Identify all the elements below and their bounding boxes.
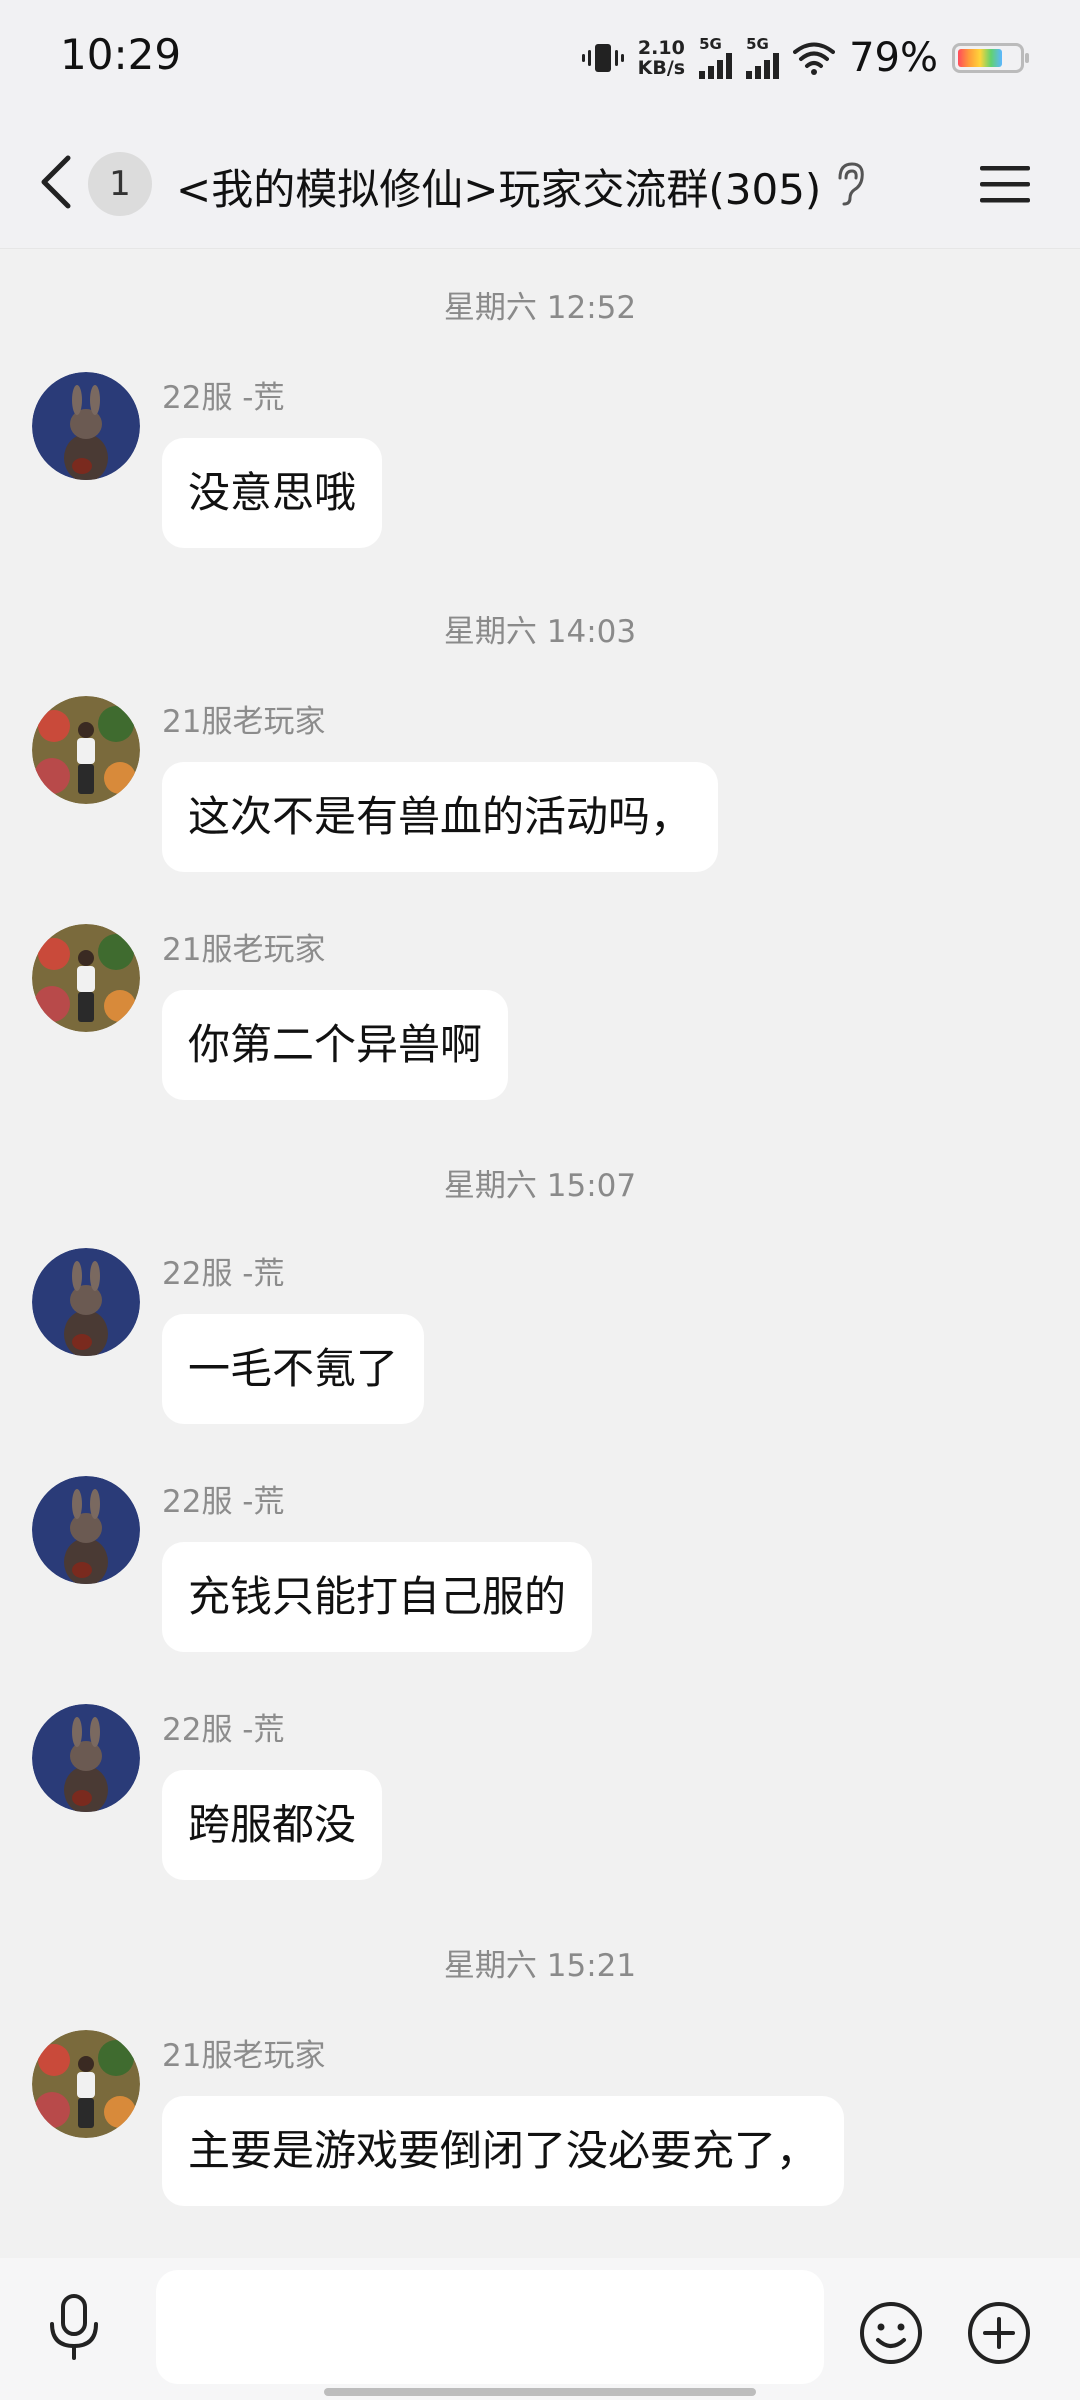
status-icons: 2.10 KB/s 5G 5G 79% [581, 30, 1029, 86]
rabbit-avatar[interactable] [32, 372, 140, 480]
rabbit-avatar[interactable] [32, 1248, 140, 1356]
emoji-icon[interactable] [858, 2300, 924, 2366]
signal-icon-2: 5G [746, 37, 780, 79]
message-bubble[interactable]: 跨服都没 [162, 1770, 383, 1880]
message-bubble[interactable]: 你第二个异兽啊 [162, 990, 509, 1100]
message-bubble[interactable]: 主要是游戏要倒闭了没必要充了， [162, 2096, 845, 2206]
battery-percent: 79% [849, 35, 938, 81]
sender-name: 22服 -荒 [162, 1712, 285, 1748]
page-title: <我的模拟修仙>玩家交流群(305) [176, 165, 822, 214]
ear-icon[interactable] [830, 160, 870, 208]
wifi-icon [793, 42, 836, 75]
status-bar: 10:29 2.10 KB/s 5G 5G 79% [0, 0, 1080, 116]
message-bubble[interactable]: 充钱只能打自己服的 [162, 1542, 593, 1652]
plus-icon[interactable] [966, 2300, 1032, 2366]
net-speed: 2.10 KB/s [637, 37, 686, 79]
person-avatar[interactable] [32, 924, 140, 1032]
unread-badge[interactable]: 1 [88, 152, 152, 216]
microphone-icon[interactable] [44, 2292, 104, 2362]
person-avatar[interactable] [32, 2030, 140, 2138]
rabbit-avatar[interactable] [32, 1704, 140, 1812]
person-avatar[interactable] [32, 696, 140, 804]
timestamp: 星期六 12:52 [443, 290, 637, 326]
sender-name: 21服老玩家 [162, 932, 326, 968]
menu-icon[interactable] [978, 160, 1032, 208]
rabbit-avatar[interactable] [32, 1476, 140, 1584]
sender-name: 22服 -荒 [162, 1256, 285, 1292]
message-bubble[interactable]: 一毛不氪了 [162, 1314, 425, 1424]
sender-name: 22服 -荒 [162, 1484, 285, 1520]
signal-icon: 5G [699, 37, 733, 79]
message-input[interactable] [156, 2270, 824, 2384]
status-time: 10:29 [60, 30, 182, 79]
timestamp: 星期六 15:21 [443, 1948, 637, 1984]
back-icon[interactable] [32, 152, 82, 212]
message-bubble[interactable]: 这次不是有兽血的活动吗， [162, 762, 719, 872]
message-bubble[interactable]: 没意思哦 [162, 438, 383, 548]
timestamp: 星期六 14:03 [443, 614, 637, 650]
timestamp: 星期六 15:07 [443, 1168, 637, 1204]
sender-name: 21服老玩家 [162, 704, 326, 740]
sender-name: 22服 -荒 [162, 380, 285, 416]
battery-icon [952, 43, 1029, 73]
home-indicator[interactable] [324, 2388, 756, 2396]
sender-name: 21服老玩家 [162, 2038, 326, 2074]
vibrate-icon [581, 44, 624, 72]
chat-area[interactable]: 星期六 12:52 22服 -荒 没意思哦 星期六 14:03 21服老玩家 这… [0, 248, 1080, 2258]
chat-header: 1 <我的模拟修仙>玩家交流群(305) [0, 116, 1080, 249]
input-bar [0, 2258, 1080, 2400]
